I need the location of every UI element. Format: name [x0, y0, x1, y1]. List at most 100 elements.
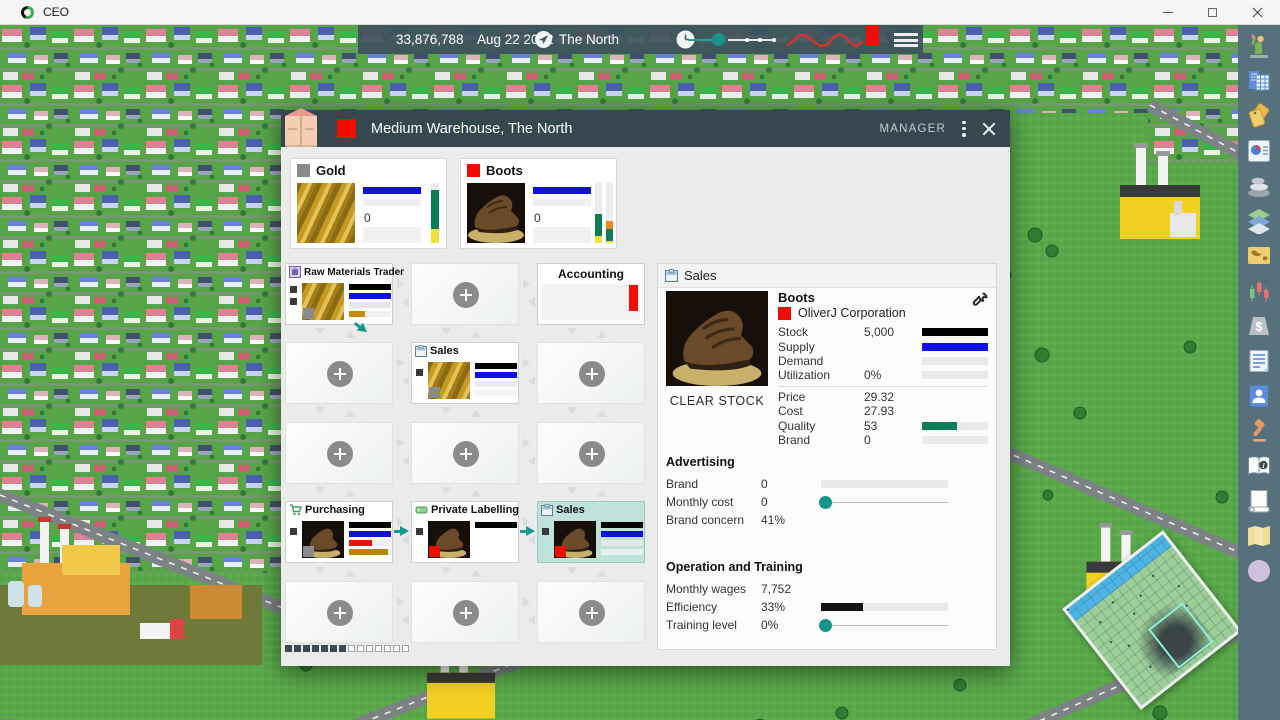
row-value: 7,752 [761, 582, 821, 596]
unit-raw-materials-trader[interactable]: Raw Materials Trader [285, 263, 393, 325]
clear-stock-button[interactable]: CLEAR STOCK [660, 394, 774, 408]
unit-private-labelling[interactable]: Private Labelling [411, 501, 519, 563]
maximize-button[interactable] [1190, 0, 1235, 25]
personnel-icon[interactable] [1246, 383, 1272, 409]
page-dot[interactable] [339, 645, 346, 652]
speed-slider-knob[interactable] [712, 33, 725, 46]
empty-unit-slot[interactable] [411, 422, 519, 484]
page-dot[interactable] [357, 645, 364, 652]
app-icon [21, 6, 34, 19]
view-layers-icon[interactable] [1246, 208, 1272, 234]
products-icon[interactable] [1246, 103, 1272, 129]
reports-icon[interactable] [1246, 138, 1272, 164]
terrain-layers-icon[interactable] [1246, 173, 1272, 199]
label-tag-icon [415, 504, 428, 516]
slider-knob[interactable] [819, 496, 832, 509]
location-icon[interactable] [535, 31, 552, 48]
monthly-cost-slider[interactable] [821, 493, 948, 511]
page-dot[interactable] [366, 645, 373, 652]
news-report-icon[interactable] [1246, 348, 1272, 374]
finance-icon[interactable]: $ [1246, 313, 1272, 339]
sales-detail-panel: Sales CLEAR STOCK Boots OliverJ Corporat… [657, 263, 997, 650]
accounting-body [542, 284, 640, 320]
empty-unit-slot[interactable] [411, 263, 519, 325]
script-icon[interactable] [1246, 488, 1272, 514]
empty-unit-slot[interactable] [537, 422, 645, 484]
page-dot[interactable] [321, 645, 328, 652]
link-arrow [520, 527, 540, 535]
unit-purchasing[interactable]: Purchasing [285, 501, 393, 563]
add-unit-icon[interactable] [579, 600, 605, 626]
empty-unit-slot[interactable] [285, 581, 393, 643]
add-unit-icon[interactable] [327, 441, 353, 467]
performance-mini-chart[interactable] [786, 29, 864, 51]
empty-unit-slot[interactable] [285, 422, 393, 484]
manager-button[interactable]: MANAGER [879, 123, 946, 135]
add-unit-icon[interactable] [453, 600, 479, 626]
misc-circle-icon[interactable] [1246, 558, 1272, 584]
page-dot[interactable] [348, 645, 355, 652]
page-dot[interactable] [402, 645, 409, 652]
city-map-icon[interactable] [1246, 523, 1272, 549]
location-name[interactable]: The North [559, 25, 619, 54]
dialog-titlebar[interactable]: Medium Warehouse, The North MANAGER [281, 110, 1010, 147]
speed-stop-dot[interactable] [772, 38, 776, 42]
unit-swatch [303, 308, 314, 319]
firm-list-icon[interactable] [1246, 68, 1272, 94]
world-map-icon[interactable] [1246, 243, 1272, 269]
add-unit-icon[interactable] [327, 361, 353, 387]
more-options-icon[interactable] [962, 121, 966, 137]
dialog-close-icon[interactable] [982, 122, 996, 136]
empty-unit-slot[interactable] [411, 581, 519, 643]
unit-accounting[interactable]: Accounting [537, 263, 645, 325]
product-stats: Stock5,000 Supply Demand Utilization0% P… [778, 325, 988, 447]
page-dot[interactable] [384, 645, 391, 652]
empty-unit-slot[interactable] [537, 581, 645, 643]
row-value: 0 [761, 495, 821, 509]
training-level-slider[interactable] [821, 616, 948, 634]
boots-stock-meter-2 [606, 183, 613, 243]
add-unit-icon[interactable] [453, 441, 479, 467]
unit-sales-boots-selected[interactable]: Sales [537, 501, 645, 563]
product-card-gold[interactable]: Gold 0 [290, 158, 447, 249]
boots-image-large [666, 291, 768, 386]
add-unit-icon[interactable] [327, 600, 353, 626]
stat-label: Quality [778, 419, 864, 433]
close-button[interactable] [1235, 0, 1280, 25]
stat-value: 5,000 [864, 325, 922, 339]
section-title: Operation and Training [666, 560, 986, 574]
speed-stop-dot[interactable] [758, 38, 762, 42]
unit-pagination[interactable] [285, 645, 409, 652]
page-dot[interactable] [375, 645, 382, 652]
slider-knob[interactable] [819, 619, 832, 632]
page-dot[interactable] [294, 645, 301, 652]
unit-title: Sales [430, 345, 459, 357]
empty-unit-slot[interactable] [537, 342, 645, 404]
hamburger-menu[interactable] [894, 33, 918, 47]
row-label: Training level [666, 618, 761, 632]
add-unit-icon[interactable] [453, 282, 479, 308]
auction-icon[interactable] [1246, 418, 1272, 444]
page-dot[interactable] [285, 645, 292, 652]
speed-stop-dot[interactable] [745, 38, 749, 42]
add-unit-icon[interactable] [579, 441, 605, 467]
unit-sales-gold[interactable]: Sales [411, 342, 519, 404]
manual-icon[interactable]: i [1246, 453, 1272, 479]
settings-wrench-icon[interactable] [972, 292, 988, 308]
warehouse-dialog: Medium Warehouse, The North MANAGER Gold… [281, 110, 1010, 666]
speed-track[interactable] [728, 39, 775, 41]
stock-market-icon[interactable] [1246, 278, 1272, 304]
empty-unit-slot[interactable] [285, 342, 393, 404]
minimize-button[interactable] [1145, 0, 1190, 25]
page-dot[interactable] [330, 645, 337, 652]
add-unit-icon[interactable] [579, 361, 605, 387]
page-dot[interactable] [303, 645, 310, 652]
ceo-presenter-icon[interactable] [1246, 33, 1272, 59]
page-dot[interactable] [393, 645, 400, 652]
speed-track-active[interactable] [688, 39, 712, 41]
building-color-swatch [337, 119, 356, 138]
link-indicator [416, 369, 423, 376]
stat-label: Brand [778, 433, 864, 447]
product-card-boots[interactable]: Boots 0 [460, 158, 617, 249]
page-dot[interactable] [312, 645, 319, 652]
